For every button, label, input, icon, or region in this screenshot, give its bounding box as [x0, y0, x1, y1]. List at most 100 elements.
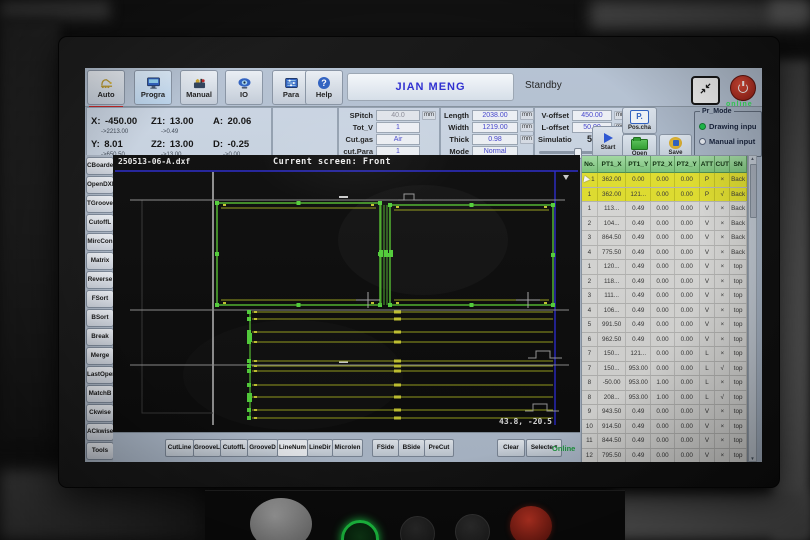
manual-icon: [192, 76, 207, 89]
column-header-att[interactable]: ATT: [700, 156, 716, 173]
bottom-button-linenum[interactable]: LineNum: [277, 439, 308, 457]
cell-value: ×: [720, 292, 724, 299]
table-row[interactable]: 1113...0.490.000.00V×Back: [582, 202, 747, 217]
table-row[interactable]: 9943.500.490.000.00V×top: [582, 405, 747, 420]
cell-value: 0.00: [656, 437, 668, 444]
table-row[interactable]: 5991.500.490.000.00V×top: [582, 318, 747, 333]
sidebar-button-matchb[interactable]: MatchB: [86, 385, 114, 403]
column-header-pt2_y[interactable]: PT2_Y: [675, 156, 700, 173]
sidebar-button-lastoper[interactable]: LastOper: [86, 366, 114, 384]
bottom-button-precut[interactable]: PreCut: [424, 439, 454, 457]
table-scrollbar[interactable]: ▲ ▼: [748, 155, 757, 462]
sidebar-button-cboarder[interactable]: CBoarder: [86, 157, 114, 175]
column-header-sn[interactable]: SN: [730, 156, 747, 173]
sheet_params-field[interactable]: 0.98: [472, 134, 518, 145]
table-row[interactable]: 1120...0.490.000.00V×top: [582, 260, 747, 275]
sidebar-button-bsort[interactable]: BSort: [86, 309, 114, 327]
axis-readout: A: 20.06: [213, 111, 251, 129]
table-row[interactable]: 2104...0.490.000.00V×Back: [582, 217, 747, 232]
sidebar-button-break[interactable]: Break: [86, 328, 114, 346]
cut_params-field[interactable]: 1: [376, 122, 420, 133]
scrollbar-thumb[interactable]: [750, 164, 757, 218]
cut_params-field[interactable]: 40.0: [376, 110, 420, 121]
toolbar-button-progra[interactable]: Progra: [134, 70, 172, 105]
bottom-button-cutoffl[interactable]: CutoffL: [220, 439, 248, 457]
table-row[interactable]: 3864.500.490.000.00V×Back: [582, 231, 747, 246]
table-cell: 1: [582, 188, 598, 202]
sidebar-button-merge[interactable]: Merge: [86, 347, 114, 365]
table-cell: 4: [582, 246, 598, 260]
fullscreen-button[interactable]: [691, 76, 720, 105]
bottom-button-linedir[interactable]: LineDir: [307, 439, 333, 457]
table-row[interactable]: 2118...0.490.000.00V×top: [582, 275, 747, 290]
table-row[interactable]: 1362.000.000.000.00P×Back: [582, 173, 747, 188]
table-row[interactable]: 8208...953.001.000.00L√top: [582, 391, 747, 406]
table-row[interactable]: 10914.500.490.000.00V×top: [582, 420, 747, 435]
cut_params-field[interactable]: Air: [376, 134, 420, 145]
left-tool-sidebar: CBoarderOpenDXFTGrooveCutoffLMircConMatr…: [85, 155, 113, 462]
cell-value: 0.49: [632, 452, 644, 459]
table-cell: 0.00: [675, 434, 700, 448]
sidebar-button-reverse[interactable]: Reverse: [86, 271, 114, 289]
sidebar-button-tgroove[interactable]: TGroove: [86, 195, 114, 213]
column-header-pt1_x[interactable]: PT1_X: [598, 156, 627, 173]
table-row[interactable]: 1362.00121...0.000.00P√Back: [582, 188, 747, 203]
bottom-button-cutline[interactable]: CutLine: [165, 439, 194, 457]
toolbar-button-auto[interactable]: Auto: [87, 70, 125, 105]
toolbar-button-io[interactable]: IO: [225, 70, 263, 105]
table-row[interactable]: 11844.500.490.000.00V×top: [582, 434, 747, 449]
table-row[interactable]: 4106...0.490.000.00V×top: [582, 304, 747, 319]
cell-value: 0.00: [656, 423, 668, 430]
table-row[interactable]: 4775.500.490.000.00V×Back: [582, 246, 747, 261]
table-row[interactable]: 12795.500.490.000.00V×top: [582, 449, 747, 463]
column-header-pt1_y[interactable]: PT1_Y: [626, 156, 651, 173]
scroll-up-icon[interactable]: ▲: [749, 156, 756, 161]
bottom-button-microlen[interactable]: Microlen: [332, 439, 363, 457]
pr-mode-option-0[interactable]: Drawing inpu: [699, 121, 757, 131]
power-button[interactable]: [730, 75, 756, 101]
column-header-cut[interactable]: CUT: [715, 156, 730, 173]
cell-value: 0.00: [681, 249, 693, 256]
dxf-canvas[interactable]: 250513-06-A.dxf Current screen: Front 43…: [113, 155, 580, 432]
column-header-pt2_x[interactable]: PT2_X: [651, 156, 675, 173]
sidebar-button-matrix[interactable]: Matrix: [86, 252, 114, 270]
sheet_params-field[interactable]: 1219.00: [472, 122, 518, 133]
table-cell: 0.00: [651, 231, 675, 245]
spacer-panel: [272, 107, 338, 158]
v-offset-field[interactable]: 450.00: [572, 110, 612, 121]
table-cell: Back: [730, 246, 747, 260]
dxf-drawing[interactable]: [113, 155, 580, 432]
sidebar-button-tools[interactable]: Tools: [86, 442, 114, 460]
table-cell: 0.49: [626, 420, 651, 434]
table-row[interactable]: 7150...953.000.000.00L√top: [582, 362, 747, 377]
param-row: Tot_V1: [339, 122, 439, 133]
toolbar-button-help[interactable]: ?Help: [305, 70, 343, 105]
table-row[interactable]: 7150...121...0.000.00L×top: [582, 347, 747, 362]
sheet_params-field[interactable]: 2038.00: [472, 110, 518, 121]
table-cell: 962.50: [598, 333, 627, 347]
sidebar-button-ackwise[interactable]: ACkwise: [86, 423, 114, 441]
table-row[interactable]: 6962.500.490.000.00V×top: [582, 333, 747, 348]
bottom-button-bside[interactable]: BSide: [398, 439, 425, 457]
cell-value: L: [705, 365, 709, 372]
table-cell: 0.00: [651, 318, 675, 332]
sidebar-button-opendxf[interactable]: OpenDXF: [86, 176, 114, 194]
pr-mode-option-1[interactable]: Manual input: [699, 136, 755, 146]
cell-value: top: [734, 278, 743, 285]
bottom-button-grooved[interactable]: GrooveD: [247, 439, 278, 457]
toolbar-button-manual[interactable]: Manual: [180, 70, 218, 105]
table-row[interactable]: 3111...0.490.000.00V×top: [582, 289, 747, 304]
bottom-button-groovel[interactable]: GrooveL: [193, 439, 221, 457]
sidebar-button-ckwise[interactable]: Ckwise: [86, 404, 114, 422]
cell-value: 0.00: [656, 307, 668, 314]
position-change-button[interactable]: P. Pos.cha: [622, 107, 657, 134]
start-button[interactable]: Start: [592, 126, 624, 157]
table-row[interactable]: 8-50.00953.001.000.00L×top: [582, 376, 747, 391]
sidebar-button-cutoffl[interactable]: CutoffL: [86, 214, 114, 232]
sidebar-button-mirccon[interactable]: MircCon: [86, 233, 114, 251]
column-header-no[interactable]: No.: [582, 156, 598, 173]
bottom-button-fside[interactable]: FSide: [372, 439, 399, 457]
clear-button[interactable]: Clear: [497, 439, 525, 457]
scroll-down-icon[interactable]: ▼: [749, 456, 756, 461]
sidebar-button-fsort[interactable]: FSort: [86, 290, 114, 308]
